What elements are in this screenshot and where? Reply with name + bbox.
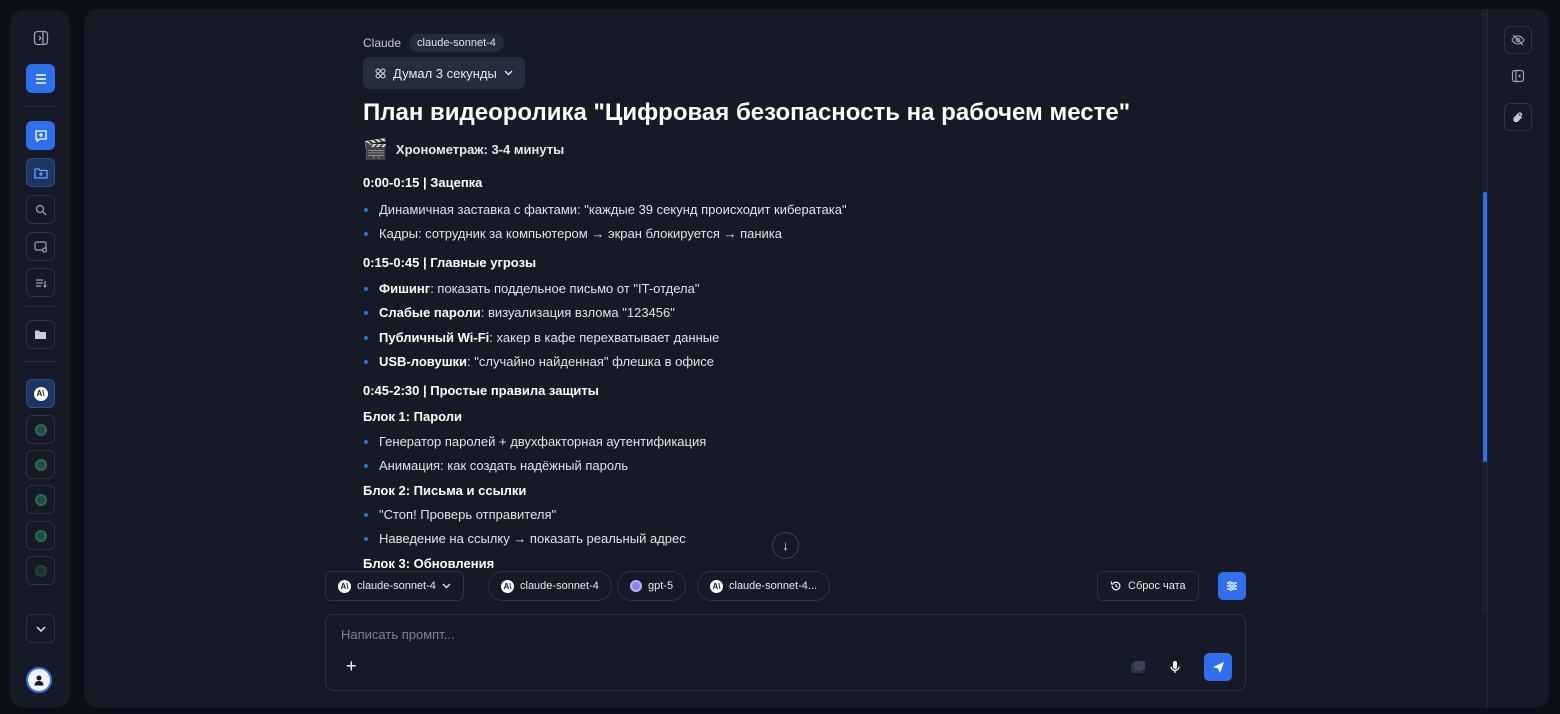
history-icon: [1110, 581, 1121, 591]
model-slot-icon[interactable]: [26, 415, 55, 444]
microphone-icon[interactable]: [1163, 655, 1187, 679]
block-heading: Блок 2: Письма и ссылки: [363, 483, 527, 498]
rail-divider: [24, 106, 56, 107]
message-header: Claude claude-sonnet-4: [363, 34, 504, 52]
section-heading: 0:45-2:30 | Простые правила защиты: [363, 383, 599, 398]
model-slot-icon[interactable]: [26, 521, 55, 550]
chevron-down-icon[interactable]: [26, 614, 55, 643]
chevron-down-icon: [442, 583, 451, 589]
brain-icon: [375, 68, 386, 78]
left-rail: A\: [10, 10, 70, 708]
list-item: Динамичная заставка с фактами: "каждые 3…: [364, 202, 847, 217]
timing-text: Хронометраж: 3-4 минуты: [395, 142, 565, 157]
new-chat-icon[interactable]: [26, 121, 55, 150]
list-item: "Стоп! Проверь отправителя": [363, 507, 557, 522]
section-heading: 0:15-0:45 | Главные угрозы: [363, 255, 537, 270]
list-item: Наведение на ссылку → показать реальный …: [364, 531, 686, 546]
list-item: Фишинг: показать поддельное письмо от "I…: [363, 281, 700, 296]
rail-divider: [24, 361, 56, 362]
section-heading: 0:00-0:15 | Зацепка: [363, 175, 483, 190]
image-gen-icon[interactable]: [1126, 655, 1150, 679]
list-item: Кадры: сотрудник за компьютером → экран …: [363, 226, 783, 241]
prompt-input[interactable]: [341, 627, 1041, 642]
list-item: Публичный Wi-Fi: хакер в кафе перехватыв…: [363, 330, 720, 345]
model-slot-icon[interactable]: [26, 556, 55, 585]
anthropic-icon[interactable]: A\: [26, 379, 55, 408]
list-item: Анимация: как создать надёжный пароль: [363, 458, 629, 473]
model-slot-icon[interactable]: [26, 450, 55, 479]
scroll-down-button[interactable]: ↓: [772, 532, 799, 559]
openai-icon: [630, 580, 642, 592]
model-slot-icon[interactable]: [26, 485, 55, 514]
list-icon[interactable]: [26, 268, 55, 297]
thinking-toggle-button[interactable]: Думал 3 секунды: [363, 57, 525, 89]
settings-sliders-button[interactable]: [1218, 572, 1246, 600]
anthropic-icon: A\: [501, 579, 514, 593]
anthropic-icon: A\: [338, 579, 351, 593]
list-item: USB-ловушки: "случайно найденная" флешка…: [363, 354, 715, 369]
sender-name: Claude: [363, 36, 402, 50]
block-heading: Блок 1: Пароли: [363, 409, 463, 424]
folder-add-icon[interactable]: [26, 158, 55, 187]
thinking-label: Думал 3 секунды: [393, 65, 497, 81]
paperclip-icon[interactable]: [1504, 103, 1532, 131]
folder-icon[interactable]: [26, 320, 55, 349]
model-badge: claude-sonnet-4: [409, 34, 504, 52]
sliders-icon: [1227, 581, 1237, 591]
list-item: Слабые пароли: визуализация взлома "1234…: [364, 305, 675, 320]
model-chip[interactable]: A\ claude-sonnet-4...: [697, 571, 831, 601]
menu-icon[interactable]: [26, 64, 55, 93]
model-select-label: claude-sonnet-4: [357, 580, 436, 592]
search-icon[interactable]: [26, 195, 55, 224]
message-title: План видеоролика "Цифровая безопасность …: [363, 99, 1131, 126]
panel-toggle-icon[interactable]: [26, 23, 55, 52]
prompt-box: +: [325, 614, 1246, 691]
panel-collapse-icon[interactable]: [1504, 62, 1532, 90]
reset-chat-label: Сброс чата: [1128, 580, 1186, 592]
user-avatar[interactable]: [26, 667, 52, 693]
send-button[interactable]: [1204, 653, 1232, 681]
image-chat-icon[interactable]: [26, 232, 55, 261]
chat-panel: Claude claude-sonnet-4 Думал 3 секунды П…: [84, 9, 1549, 708]
clapperboard-icon: 🎬: [363, 139, 388, 161]
attach-plus-button[interactable]: +: [346, 656, 357, 677]
message-area: Claude claude-sonnet-4 Думал 3 секунды П…: [363, 9, 1203, 614]
rail-divider: [24, 306, 56, 307]
list-item: Генератор паролей + двухфакторная аутент…: [363, 434, 707, 449]
side-divider: [1487, 9, 1488, 708]
model-select[interactable]: A\ claude-sonnet-4: [325, 571, 464, 601]
model-chip[interactable]: gpt-5: [617, 571, 687, 601]
eye-off-icon[interactable]: [1504, 26, 1532, 54]
model-chip[interactable]: A\ claude-sonnet-4: [488, 571, 612, 601]
send-icon: [1212, 661, 1224, 673]
chevron-down-icon: [504, 70, 513, 76]
reset-chat-button[interactable]: Сброс чата: [1097, 571, 1199, 601]
anthropic-icon: A\: [710, 579, 723, 593]
timing-line: 🎬 Хронометраж: 3-4 минуты: [363, 137, 564, 162]
user-icon: [34, 675, 44, 686]
